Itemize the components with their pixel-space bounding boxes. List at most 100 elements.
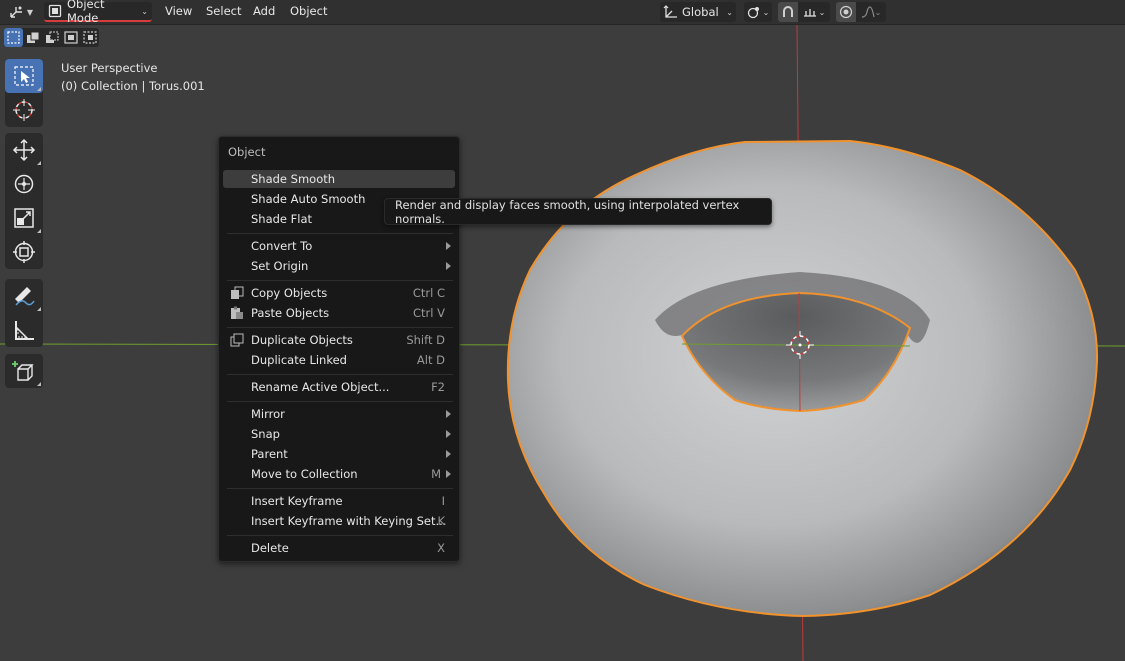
- add-cube-icon: [12, 361, 34, 381]
- select-invert-button[interactable]: [61, 28, 80, 47]
- menu-item-parent[interactable]: Parent: [223, 445, 455, 463]
- menu-item-set-origin[interactable]: Set Origin: [223, 257, 455, 275]
- menu-item-label: Shade Smooth: [251, 172, 336, 186]
- toolbar-add-group: [5, 354, 43, 388]
- menu-item-label: Copy Objects: [251, 286, 328, 300]
- cursor-tool[interactable]: [5, 93, 43, 127]
- menu-item-shortcut: F2: [431, 380, 445, 394]
- menu-item-duplicate-linked[interactable]: Duplicate Linked Alt D: [223, 351, 455, 369]
- menu-separator: [227, 401, 453, 402]
- viewport-scene[interactable]: [0, 0, 1125, 661]
- select-extend-icon: [26, 31, 39, 43]
- menu-item-copy-objects[interactable]: Copy Objects Ctrl C: [223, 284, 455, 302]
- menu-select[interactable]: Select: [206, 4, 241, 18]
- measure-tool[interactable]: [5, 313, 43, 347]
- mode-label: Object Mode: [67, 0, 105, 25]
- interaction-mode-dropdown[interactable]: Object Mode ⌄: [44, 0, 152, 25]
- editor-type-button[interactable]: ▼: [4, 2, 38, 22]
- select-box-icon: [14, 66, 34, 86]
- menu-separator: [227, 327, 453, 328]
- snap-toggle[interactable]: [778, 2, 798, 22]
- menu-item-rename-active-object[interactable]: Rename Active Object... F2: [223, 378, 455, 396]
- proportional-editing-toggle[interactable]: [836, 2, 856, 22]
- context-menu-title: Object: [228, 145, 266, 159]
- cursor-icon: [13, 99, 35, 121]
- collection-info-text: (0) Collection | Torus.001: [61, 79, 205, 93]
- menu-item-move-to-collection[interactable]: Move to Collection M: [223, 465, 455, 483]
- move-tool[interactable]: [5, 133, 43, 167]
- menu-item-insert-keyframe[interactable]: Insert Keyframe I: [223, 492, 455, 510]
- falloff-curve-icon: [861, 6, 875, 18]
- menu-item-shortcut: Ctrl V: [413, 306, 445, 320]
- menu-item-label: Shade Flat: [251, 212, 313, 226]
- measure-ruler-icon: [15, 321, 34, 340]
- menu-item-label: Rename Active Object...: [251, 380, 390, 394]
- menu-item-shortcut: Shift D: [406, 333, 445, 347]
- transform-tool[interactable]: [5, 235, 43, 269]
- chevron-down-icon: ▼: [26, 7, 34, 17]
- submenu-arrow-icon: [446, 470, 451, 478]
- menu-item-label: Insert Keyframe: [251, 494, 343, 508]
- chevron-down-icon: ⌄: [762, 7, 770, 17]
- menu-separator: [227, 488, 453, 489]
- viewport-info: User Perspective (0) Collection | Torus.…: [61, 59, 205, 95]
- annotate-tool[interactable]: [5, 279, 43, 313]
- tooltip: Render and display faces smooth, using i…: [384, 197, 772, 226]
- menu-item-delete[interactable]: Delete X: [223, 539, 455, 557]
- menu-item-label: Parent: [251, 447, 288, 461]
- select-subtract-icon: [45, 31, 58, 43]
- menu-separator: [227, 535, 453, 536]
- orientation-axes-icon: [663, 4, 677, 18]
- select-new-button[interactable]: [4, 28, 23, 47]
- menu-item-shortcut: Ctrl C: [412, 286, 445, 300]
- view-name-text: User Perspective: [61, 61, 158, 75]
- menu-item-shortcut: Alt D: [416, 353, 445, 367]
- menu-object[interactable]: Object: [290, 4, 327, 18]
- annotate-pencil-icon: [15, 287, 35, 306]
- snap-increment-icon: [803, 9, 816, 17]
- menu-item-paste-objects[interactable]: Paste Objects Ctrl V: [223, 304, 455, 322]
- select-extend-button[interactable]: [23, 28, 42, 47]
- submenu-arrow-icon: [446, 430, 451, 438]
- chevron-down-icon: ⌄: [818, 7, 826, 17]
- menu-item-duplicate-objects[interactable]: Duplicate Objects Shift D: [223, 331, 455, 349]
- rotate-tool[interactable]: [5, 167, 43, 201]
- menu-item-snap[interactable]: Snap: [223, 425, 455, 443]
- select-subtract-button[interactable]: [42, 28, 61, 47]
- submenu-arrow-icon: [446, 262, 451, 270]
- menu-item-label: Delete: [251, 541, 289, 555]
- orientation-label: Global: [682, 5, 719, 19]
- menu-item-label: Shade Auto Smooth: [251, 192, 366, 206]
- menu-item-label: Snap: [251, 427, 280, 441]
- menu-item-shortcut: M: [431, 467, 441, 481]
- menu-add[interactable]: Add: [253, 4, 275, 18]
- menu-item-label: Move to Collection: [251, 467, 358, 481]
- add-cube-tool[interactable]: [5, 354, 43, 388]
- menu-item-shortcut: X: [437, 541, 445, 555]
- menu-view[interactable]: View: [165, 4, 192, 18]
- selection-mode-group: [4, 28, 99, 47]
- transform-orientation-dropdown[interactable]: Global ⌄: [660, 2, 736, 22]
- rotate-icon: [14, 174, 34, 194]
- transform-icon: [13, 241, 35, 263]
- menu-item-insert-keyframe-keying-set[interactable]: Insert Keyframe with Keying Set... K: [223, 512, 455, 530]
- menu-item-label: Duplicate Objects: [251, 333, 353, 347]
- menu-item-mirror[interactable]: Mirror: [223, 405, 455, 423]
- pivot-icon: [747, 7, 759, 19]
- menu-separator: [227, 280, 453, 281]
- object-mode-icon: [48, 4, 62, 18]
- menu-item-label: Convert To: [251, 239, 313, 253]
- pivot-point-dropdown[interactable]: ⌄: [744, 2, 772, 22]
- select-box-tool[interactable]: [5, 59, 43, 93]
- snap-target-dropdown[interactable]: ⌄: [798, 2, 830, 22]
- submenu-arrow-icon: [446, 410, 451, 418]
- menu-item-convert-to[interactable]: Convert To: [223, 237, 455, 255]
- tooltip-text: Render and display faces smooth, using i…: [395, 197, 740, 226]
- menu-item-label: Paste Objects: [251, 306, 330, 320]
- falloff-dropdown[interactable]: ⌄: [856, 2, 886, 22]
- menu-separator: [227, 233, 453, 234]
- scale-tool[interactable]: [5, 201, 43, 235]
- select-intersect-button[interactable]: [80, 28, 99, 47]
- menu-item-shade-smooth[interactable]: Shade Smooth: [223, 170, 455, 188]
- menu-item-shortcut: I: [441, 494, 445, 508]
